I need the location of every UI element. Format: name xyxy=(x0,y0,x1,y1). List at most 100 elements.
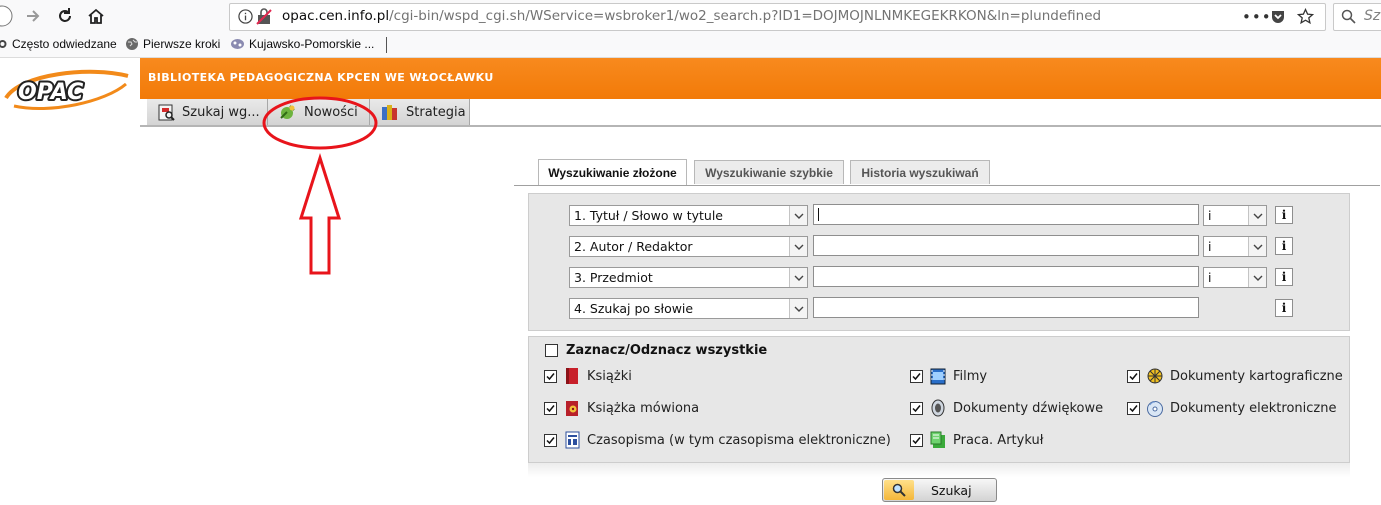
select-all-checkbox[interactable] xyxy=(545,344,558,357)
text-cursor xyxy=(818,208,819,221)
url-bar[interactable]: opac.cen.info.pl/cgi-bin/wspd_cgi.sh/WSe… xyxy=(229,3,1326,31)
search-input-2[interactable] xyxy=(813,235,1199,256)
tab-quick-search[interactable]: Wyszukiwanie szybkie xyxy=(694,160,844,184)
doctype-label: Książki xyxy=(587,368,632,384)
checkbox-checked[interactable] xyxy=(910,433,923,447)
doctype-cartographic[interactable]: Dokumenty kartograficzne xyxy=(1127,366,1343,386)
operator-select-1[interactable]: i xyxy=(1203,205,1267,226)
checkbox-checked[interactable] xyxy=(1127,369,1140,383)
page-actions-icon[interactable]: ••• xyxy=(1242,8,1272,26)
browser-search-placeholder: Sz xyxy=(1364,8,1381,24)
operator-select-3[interactable]: i xyxy=(1203,267,1267,288)
tab-label: Wyszukiwanie złożone xyxy=(548,165,677,180)
bookmark-star-icon[interactable] xyxy=(1297,8,1314,25)
logo-text-fill: OPAC xyxy=(18,80,83,105)
chevron-down-icon xyxy=(789,268,807,287)
field-select-value: 2. Autor / Redaktor xyxy=(574,239,693,254)
gear-icon xyxy=(0,40,7,48)
forward-button[interactable] xyxy=(21,4,45,28)
new-items-icon xyxy=(280,104,295,119)
doctype-label: Dokumenty kartograficzne xyxy=(1170,368,1343,384)
field-select-3[interactable]: 3. Przedmiot xyxy=(569,267,808,288)
info-button-3[interactable]: i xyxy=(1275,268,1293,286)
info-icon[interactable] xyxy=(238,9,253,24)
film-icon xyxy=(930,368,946,385)
search-button-label: Szukaj xyxy=(931,483,972,498)
audiobook-icon xyxy=(566,401,578,416)
checkbox-checked[interactable] xyxy=(1127,401,1140,415)
operator-value: i xyxy=(1208,239,1212,254)
field-select-value: 4. Szukaj po słowie xyxy=(574,301,694,316)
bookmarks-toolbar: Często odwiedzane Pierwsze kroki Kujawsk… xyxy=(0,33,1381,58)
search-input-1[interactable] xyxy=(813,204,1199,225)
library-name: BIBLIOTEKA PEDAGOGICZNA KPCEN WE WŁOCŁAW… xyxy=(148,71,494,84)
doctype-label: Praca. Artykuł xyxy=(953,432,1044,448)
bookmark-label: Często odwiedzane xyxy=(12,37,117,51)
doctype-books[interactable]: Książki xyxy=(544,366,632,386)
tab-advanced-search[interactable]: Wyszukiwanie złożone xyxy=(538,159,687,185)
field-select-1[interactable]: 1. Tytuł / Słowo w tytule xyxy=(569,205,808,226)
url-host: opac.cen.info.pl xyxy=(282,8,390,24)
reload-button[interactable] xyxy=(53,4,77,28)
book-icon xyxy=(566,368,578,384)
field-select-value: 1. Tytuł / Słowo w tytule xyxy=(574,208,723,223)
checkbox-checked[interactable] xyxy=(910,369,923,383)
select-all-label: Zaznacz/Odznacz wszystkie xyxy=(566,343,768,358)
doctype-periodicals[interactable]: Czasopisma (w tym czasopisma elektronicz… xyxy=(544,430,891,450)
search-icon xyxy=(1341,9,1356,24)
library-header-bar: BIBLIOTEKA PEDAGOGICZNA KPCEN WE WŁOCŁAW… xyxy=(140,58,1381,99)
doctype-label: Czasopisma (w tym czasopisma elektronicz… xyxy=(587,432,891,448)
site-favicon-icon xyxy=(231,39,244,49)
chevron-down-icon xyxy=(789,299,807,318)
info-button-2[interactable]: i xyxy=(1275,237,1293,255)
checkbox-checked[interactable] xyxy=(910,401,923,415)
field-select-4[interactable]: 4. Szukaj po słowie xyxy=(569,298,808,319)
bookmark-label: Kujawsko-Pomorskie ... xyxy=(249,37,375,51)
search-input-3[interactable] xyxy=(813,266,1199,287)
tab-label: Historia wyszukiwań xyxy=(861,165,979,180)
doctype-audiobook[interactable]: Książka mówiona xyxy=(544,398,699,418)
operator-select-2[interactable]: i xyxy=(1203,236,1267,257)
checkbox-checked[interactable] xyxy=(544,401,557,415)
chevron-down-icon xyxy=(1248,268,1266,287)
bookmark-separator xyxy=(386,37,387,53)
main-tabs: Szukaj wg... Nowości Strategia xyxy=(140,99,1381,127)
search-mode-tabs: Wyszukiwanie złożone Wyszukiwanie szybki… xyxy=(514,158,1380,186)
back-button[interactable] xyxy=(0,4,14,28)
tab-strategy[interactable]: Strategia xyxy=(370,99,470,125)
tab-label: Strategia xyxy=(406,104,466,120)
doctype-article[interactable]: Praca. Artykuł xyxy=(910,430,1043,450)
url-text[interactable]: opac.cen.info.pl/cgi-bin/wspd_cgi.sh/WSe… xyxy=(282,8,1101,24)
search-input-4[interactable] xyxy=(813,297,1199,318)
operator-value: i xyxy=(1208,208,1212,223)
doctype-label: Dokumenty elektroniczne xyxy=(1170,400,1337,416)
map-icon xyxy=(1147,368,1163,384)
magnifier-icon xyxy=(884,480,914,500)
pocket-icon[interactable] xyxy=(1270,9,1286,25)
search-map-icon xyxy=(158,104,175,121)
tab-news[interactable]: Nowości xyxy=(268,99,370,125)
home-button[interactable] xyxy=(84,4,108,28)
opac-logo[interactable]: OPAC OPAC xyxy=(0,58,140,125)
doctype-sound[interactable]: Dokumenty dźwiękowe xyxy=(910,398,1103,418)
chevron-down-icon xyxy=(789,206,807,225)
tab-search-history[interactable]: Historia wyszukiwań xyxy=(850,160,990,184)
doctype-films[interactable]: Filmy xyxy=(910,366,987,386)
browser-toolbar: opac.cen.info.pl/cgi-bin/wspd_cgi.sh/WSe… xyxy=(0,0,1381,33)
tab-label: Nowości xyxy=(304,104,358,120)
bookmark-most-visited[interactable]: Często odwiedzane xyxy=(0,37,117,51)
tab-label: Wyszukiwanie szybkie xyxy=(705,165,833,180)
tab-search-by[interactable]: Szukaj wg... xyxy=(147,99,268,125)
checkbox-checked[interactable] xyxy=(544,369,557,383)
doctype-electronic[interactable]: Dokumenty elektroniczne xyxy=(1127,398,1336,418)
checkbox-checked[interactable] xyxy=(544,433,557,447)
bookmark-kujawsko-pomorskie[interactable]: Kujawsko-Pomorskie ... xyxy=(230,37,374,51)
search-button[interactable]: Szukaj xyxy=(882,478,997,502)
bookmark-getting-started[interactable]: Pierwsze kroki xyxy=(125,37,220,51)
info-button-4[interactable]: i xyxy=(1275,299,1293,317)
select-all-toggle[interactable]: Zaznacz/Odznacz wszystkie xyxy=(545,343,767,358)
field-select-2[interactable]: 2. Autor / Redaktor xyxy=(569,236,808,257)
browser-search-bar[interactable]: Sz xyxy=(1333,3,1381,31)
info-button-1[interactable]: i xyxy=(1275,206,1293,224)
insecure-lock-icon[interactable] xyxy=(256,8,272,25)
